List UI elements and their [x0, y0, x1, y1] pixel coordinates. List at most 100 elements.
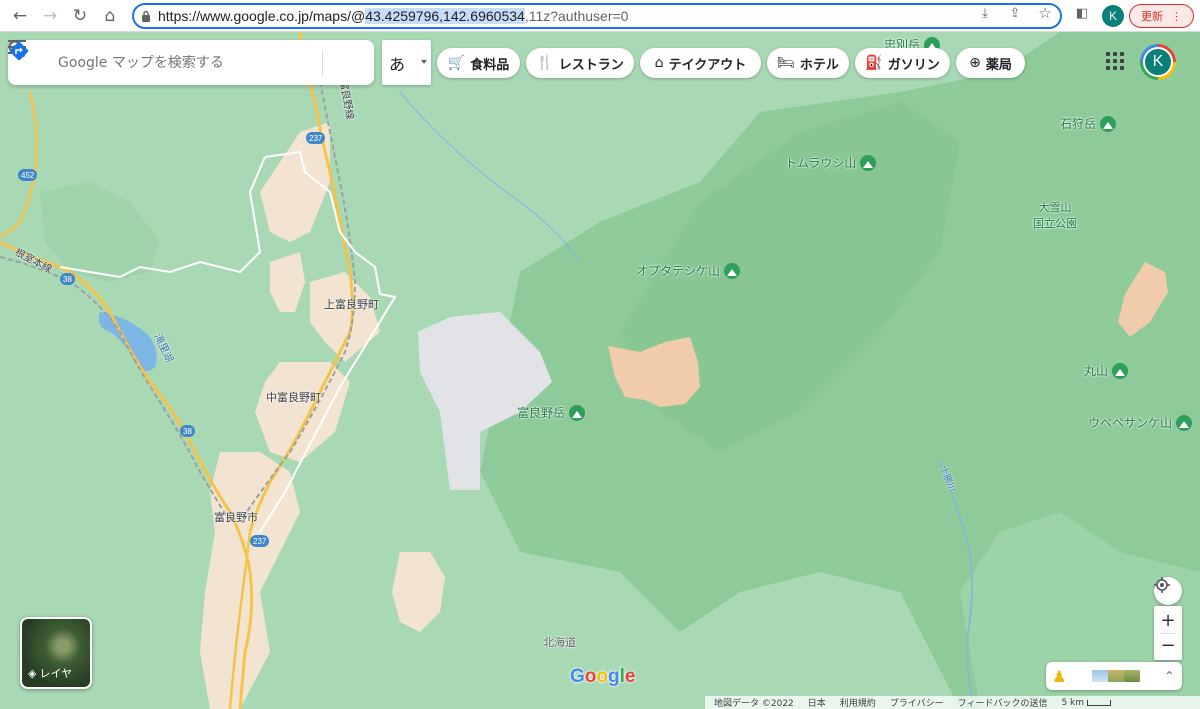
map-data-attribution[interactable]: 地図データ ©2022	[714, 696, 794, 709]
search-box	[8, 40, 374, 85]
star-icon[interactable]: ☆	[1036, 4, 1054, 22]
peak-label: 石狩岳	[1060, 117, 1097, 131]
mountain-icon	[1176, 414, 1193, 431]
furano-city-label[interactable]: 富良野市	[214, 509, 258, 525]
url-suffix: ,11z?authuser=0	[524, 8, 629, 24]
crosshair-icon	[1154, 577, 1170, 593]
layers-text: レイヤ	[39, 667, 73, 680]
browser-profile-avatar[interactable]: K	[1102, 5, 1124, 27]
peak-label: トムラウシ山	[785, 156, 857, 170]
scale-bar	[1087, 699, 1112, 706]
map-footer: 地図データ ©2022 日本 利用規約 プライバシー フィードバックの送信 5 …	[705, 696, 1200, 709]
chip-pharmacy[interactable]: ⊕ 薬局	[956, 48, 1025, 78]
chip-takeout[interactable]: ⌂ テイクアウト	[640, 48, 761, 78]
chip-label: ガソリン	[887, 57, 940, 73]
chip-restaurants[interactable]: 🍴 レストラン	[526, 48, 634, 78]
peak-label: 富良野岳	[517, 406, 566, 420]
chip-label: 食料品	[470, 57, 510, 73]
input-method-button[interactable]: あ	[382, 40, 431, 85]
reload-icon[interactable]: ↻	[68, 4, 92, 28]
route-38-shield: 38	[60, 273, 75, 285]
update-label: 更新	[1141, 10, 1163, 23]
imagery-thumb[interactable]	[1124, 670, 1141, 682]
route-452-shield: 452	[18, 169, 38, 181]
chip-gas[interactable]: ⛽ ガソリン	[855, 48, 950, 78]
layers-icon: ◈	[28, 666, 37, 680]
my-location-button[interactable]	[1154, 577, 1182, 605]
url-text: https://www.google.co.jp/maps/@43.425979…	[158, 8, 628, 24]
search-input[interactable]	[58, 54, 280, 71]
mountain-icon	[569, 404, 586, 421]
chip-hotels[interactable]: 🛏 ホテル	[767, 48, 849, 78]
fork-knife-icon: 🍴	[536, 55, 554, 71]
search-divider	[322, 49, 323, 76]
ime-label: あ	[389, 54, 406, 74]
chip-label: 薬局	[985, 57, 1012, 73]
daisetsuzan-national-park-label[interactable]: 大雪山 国立公園	[1033, 199, 1077, 231]
browser-toolbar: ← → ↻ ⌂ https://www.google.co.jp/maps/@4…	[0, 0, 1200, 32]
forward-arrow-icon[interactable]: →	[38, 4, 62, 28]
map-terrain	[0, 32, 1200, 709]
peak-maruyama[interactable]: 丸山	[1084, 362, 1129, 379]
peak-upepesankeyama[interactable]: ウペペサンケ山	[1088, 414, 1193, 431]
route-38-shield: 38	[180, 425, 195, 437]
google-apps-icon[interactable]	[1106, 52, 1124, 70]
terms-link[interactable]: 利用規約	[840, 696, 876, 709]
peak-label: ウペペサンケ山	[1088, 416, 1173, 430]
peak-furanodake[interactable]: 富良野岳	[517, 404, 586, 421]
scale-label: 5 km	[1061, 697, 1085, 708]
imagery-thumb[interactable]	[1092, 670, 1109, 682]
account-initial: K	[1143, 47, 1173, 77]
caret-down-icon	[421, 60, 427, 64]
home-icon[interactable]: ⌂	[98, 4, 122, 28]
nakafurano-label[interactable]: 中富良野町	[266, 389, 321, 405]
expand-icon[interactable]: ⌃	[1164, 669, 1174, 683]
peak-label: 丸山	[1084, 364, 1109, 378]
feedback-link[interactable]: フィードバックの送信	[958, 696, 1048, 709]
mountain-icon	[1112, 362, 1129, 379]
scale-control[interactable]: 5 km	[1061, 697, 1112, 708]
update-button[interactable]: 更新 ⋮	[1129, 4, 1194, 28]
chip-groceries[interactable]: 🛒 食料品	[437, 48, 520, 78]
street-view-bar: ♟ ⌃	[1046, 662, 1182, 690]
peak-ishikaridake[interactable]: 石狩岳	[1060, 115, 1117, 132]
mountain-icon	[724, 262, 741, 279]
install-app-icon[interactable]: ⤓	[976, 4, 994, 22]
takeout-icon: ⌂	[654, 55, 664, 71]
url-selected-coordinates: 43.4259796,142.6960534	[365, 8, 525, 24]
back-arrow-icon[interactable]: ←	[8, 4, 32, 28]
kamifurano-label[interactable]: 上富良野町	[324, 296, 379, 312]
hokkaido-label: 北海道	[543, 636, 576, 649]
imagery-thumb[interactable]	[1108, 670, 1125, 682]
account-avatar[interactable]: K	[1140, 44, 1176, 80]
side-panel-icon[interactable]: ◧	[1073, 4, 1091, 22]
privacy-link[interactable]: プライバシー	[890, 696, 944, 709]
lock-icon[interactable]	[134, 10, 158, 22]
mountain-icon	[860, 154, 877, 171]
layers-button[interactable]: ◈ レイヤ	[20, 617, 92, 689]
bed-icon: 🛏	[777, 55, 795, 71]
pharmacy-icon: ⊕	[969, 55, 981, 71]
gas-pump-icon: ⛽	[865, 55, 883, 71]
chip-label: レストラン	[558, 57, 624, 73]
peak-tomuraushiyama[interactable]: トムラウシ山	[785, 154, 877, 171]
chip-label: テイクアウト	[668, 57, 747, 73]
share-icon[interactable]: ⇪	[1006, 4, 1024, 22]
zoom-in-button[interactable]: +	[1160, 609, 1175, 633]
chip-label: ホテル	[799, 57, 839, 73]
mountain-icon	[1100, 115, 1117, 132]
route-237-shield: 237	[250, 535, 270, 547]
zoom-out-button[interactable]: −	[1160, 634, 1175, 658]
kebab-menu-icon: ⋮	[1171, 9, 1182, 23]
peak-optateshikeyama[interactable]: オプタテシケ山	[636, 262, 741, 279]
pegman-icon[interactable]: ♟	[1052, 667, 1066, 686]
route-237-shield: 237	[306, 132, 326, 144]
country-link[interactable]: 日本	[808, 696, 826, 709]
zoom-controls: + −	[1154, 606, 1182, 660]
peak-label: オプタテシケ山	[636, 264, 721, 278]
cart-icon: 🛒	[447, 55, 466, 71]
url-prefix: https://www.google.co.jp/maps/@	[158, 8, 366, 24]
google-logo: Google	[570, 666, 636, 687]
address-bar[interactable]: https://www.google.co.jp/maps/@43.425979…	[132, 3, 1062, 29]
map-canvas[interactable]: 忠別岳 石狩岳 トムラウシ山 オプタテシケ山 富良野岳 丸山 ウペペサンケ山 大…	[0, 32, 1200, 709]
